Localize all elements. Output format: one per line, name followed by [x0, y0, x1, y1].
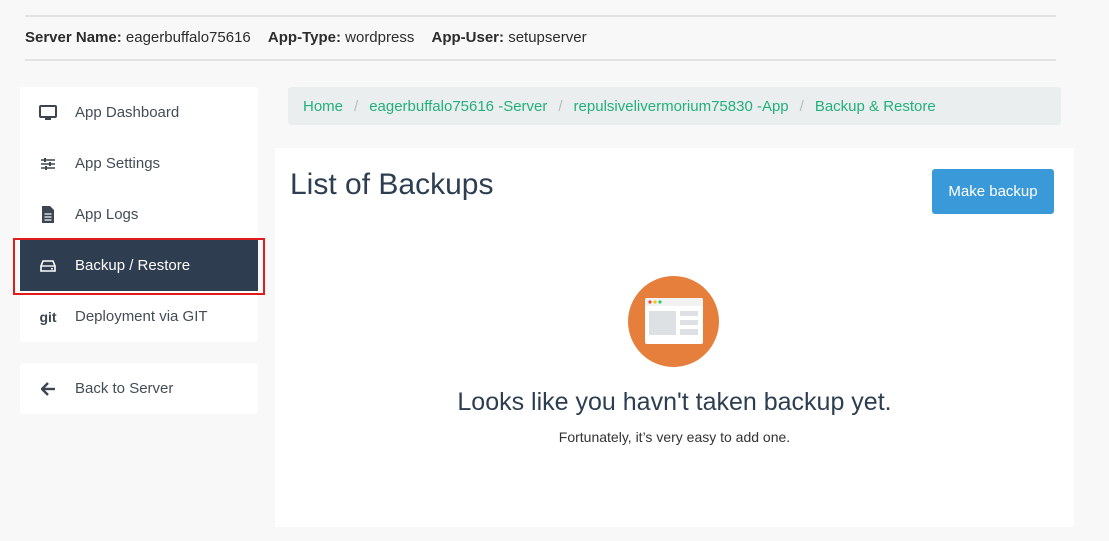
server-name-value: eagerbuffalo75616 — [125, 29, 251, 46]
empty-state-title: Looks like you havn't taken backup yet. — [457, 388, 892, 416]
hard-drive-icon — [39, 257, 57, 275]
sliders-icon — [39, 155, 57, 173]
breadcrumb-separator: / — [558, 97, 563, 115]
app-type-value: wordpress — [345, 29, 415, 46]
breadcrumb: Home / eagerbuffalo75616 -Server / repul… — [288, 87, 1061, 125]
sidebar-item-label: Backup / Restore — [75, 257, 191, 274]
app-sidebar-menu: App Dashboard App Settings App Logs Back… — [20, 87, 258, 342]
sidebar-item-label: App Dashboard — [75, 104, 180, 121]
sidebar-item-label: Deployment via GIT — [75, 308, 208, 325]
arrow-left-icon — [39, 380, 57, 398]
git-icon: git — [39, 308, 57, 325]
monitor-icon — [39, 104, 57, 122]
app-type-label: App-Type: — [267, 29, 341, 46]
sidebar-item-app-dashboard[interactable]: App Dashboard — [20, 87, 258, 138]
breadcrumb-current[interactable]: Backup & Restore — [815, 98, 936, 115]
back-to-server-label: Back to Server — [75, 380, 174, 397]
server-info-bar: Server Name: eagerbuffalo75616 App-Type:… — [25, 29, 587, 49]
page-title: List of Backups — [290, 168, 494, 201]
file-icon — [39, 206, 57, 224]
empty-state-subtitle: Fortunately, it’s very easy to add one. — [558, 429, 791, 445]
app-user-value: setupserver — [508, 29, 587, 46]
make-backup-button[interactable]: Make backup — [932, 169, 1054, 214]
sidebar-item-app-logs[interactable]: App Logs — [20, 189, 258, 240]
back-to-server-link[interactable]: Back to Server — [20, 363, 258, 414]
sidebar-item-label: App Settings — [75, 155, 161, 172]
browser-window-icon — [628, 276, 719, 367]
info-divider — [25, 59, 1056, 61]
app-user-label: App-User: — [431, 29, 505, 46]
back-to-server-card: Back to Server — [20, 363, 258, 414]
sidebar-item-app-settings[interactable]: App Settings — [20, 138, 258, 189]
sidebar-item-backup-restore[interactable]: Backup / Restore — [20, 240, 258, 291]
top-divider — [25, 15, 1056, 17]
breadcrumb-server[interactable]: eagerbuffalo75616 -Server — [369, 98, 547, 115]
sidebar-item-deployment-git[interactable]: git Deployment via GIT — [20, 291, 258, 342]
sidebar-item-label: App Logs — [75, 206, 139, 223]
breadcrumb-separator: / — [799, 97, 804, 115]
breadcrumb-separator: / — [354, 97, 359, 115]
backups-panel: List of Backups Make backup Looks like y… — [275, 148, 1074, 527]
breadcrumb-app[interactable]: repulsivelivermorium75830 -App — [574, 98, 789, 115]
breadcrumb-home[interactable]: Home — [303, 98, 343, 115]
server-name-label: Server Name: — [25, 29, 122, 46]
